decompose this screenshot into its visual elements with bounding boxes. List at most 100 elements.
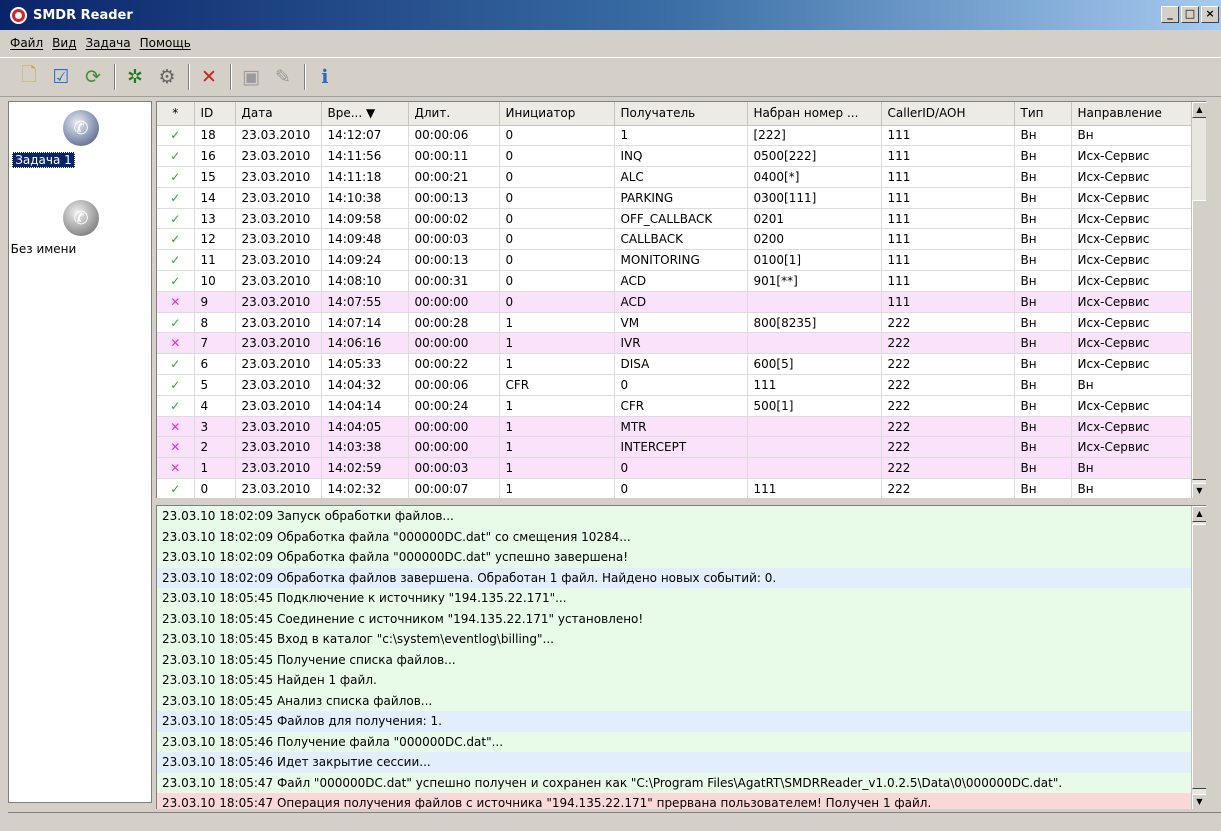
task-item-1[interactable]: ✆ Задача 1 <box>9 110 153 168</box>
edit-task-icon[interactable]: ☑ <box>46 62 76 92</box>
table-row[interactable]: ✕ 1 23.03.2010 14:02:59 00:00:03 1 0 222 Вн Вн <box>157 457 1206 480</box>
cell-dialed: 111 <box>747 374 882 396</box>
cell-date: 23.03.2010 <box>235 457 322 480</box>
pen-icon[interactable]: ✎ <box>268 62 298 92</box>
cell-id: 7 <box>194 332 236 355</box>
cell-initiator: 1 <box>499 416 615 438</box>
status-bar <box>8 812 1221 831</box>
cell-time: 14:04:32 <box>321 374 409 396</box>
table-row[interactable]: ✕ 9 23.03.2010 14:07:55 00:00:00 0 ACD 111 Вн Исх… <box>157 291 1206 313</box>
cell-id: 3 <box>194 416 236 438</box>
table-row[interactable]: ✓ 6 23.03.2010 14:05:33 00:00:22 1 DISA 600[5] 2… <box>157 353 1206 376</box>
column-header-time[interactable]: Вре... ▼ <box>321 102 409 126</box>
table-row[interactable]: ✓ 13 23.03.2010 14:09:58 00:00:02 0 OFF_CALLBA… <box>157 208 1206 230</box>
cell-dialed: 0201 <box>747 208 882 230</box>
cell-direction: Исх-Сервис <box>1071 312 1206 334</box>
cell-id: 9 <box>194 291 236 313</box>
cell-dur: 00:00:31 <box>408 270 500 292</box>
table-row[interactable]: ✓ 18 23.03.2010 14:12:07 00:00:06 0 1 [222] 111 В… <box>157 125 1206 147</box>
table-row[interactable]: ✓ 0 23.03.2010 14:02:32 00:00:07 1 0 111 222 Вн Вн <box>157 478 1206 498</box>
cell-time: 14:10:38 <box>321 187 409 209</box>
cell-id: 12 <box>194 228 236 251</box>
table-scrollbar[interactable]: ▲ ▼ <box>1191 102 1206 498</box>
cell-dialed: 0500[222] <box>747 145 882 168</box>
success-check-icon: ✓ <box>157 374 195 396</box>
cell-direction: Вн <box>1071 374 1206 396</box>
cell-dur: 00:00:22 <box>408 353 500 376</box>
refresh-icon[interactable]: ⟳ <box>78 62 108 92</box>
column-header-duration[interactable]: Длит. <box>408 102 500 126</box>
cell-time: 14:07:14 <box>321 312 409 334</box>
cell-callerid: 222 <box>881 457 1015 480</box>
column-header-recipient[interactable]: Получатель <box>614 102 748 126</box>
log-scrollbar[interactable]: ▲ ▼ <box>1191 506 1206 809</box>
table-row[interactable]: ✕ 3 23.03.2010 14:04:05 00:00:00 1 MTR 222 Вн Исх… <box>157 416 1206 438</box>
column-header-type[interactable]: Тип <box>1014 102 1072 126</box>
column-header-status[interactable]: * <box>157 102 195 126</box>
table-row[interactable]: ✓ 5 23.03.2010 14:04:32 00:00:06 CFR 0 111 222 Вн… <box>157 374 1206 396</box>
table-row[interactable]: ✓ 11 23.03.2010 14:09:24 00:00:13 0 MONITORING… <box>157 249 1206 272</box>
table-row[interactable]: ✓ 10 23.03.2010 14:08:10 00:00:31 0 ACD 901[**]… <box>157 270 1206 292</box>
table-row[interactable]: ✓ 16 23.03.2010 14:11:56 00:00:11 0 INQ 0500[22… <box>157 145 1206 168</box>
scroll-thumb[interactable] <box>1192 524 1206 789</box>
table-row[interactable]: ✕ 7 23.03.2010 14:06:16 00:00:00 1 IVR 222 Вн Исх… <box>157 332 1206 355</box>
maximize-button[interactable]: □ <box>1181 6 1199 23</box>
table-row[interactable]: ✓ 4 23.03.2010 14:04:14 00:00:24 1 CFR 500[1] 22… <box>157 395 1206 417</box>
column-header-direction[interactable]: Направление <box>1071 102 1206 126</box>
cell-type: Вн <box>1014 291 1072 313</box>
cell-time: 14:07:55 <box>321 291 409 313</box>
scroll-up-arrow-icon[interactable]: ▲ <box>1192 102 1206 118</box>
column-header-date[interactable]: Дата <box>235 102 322 126</box>
scroll-up-arrow-icon[interactable]: ▲ <box>1192 506 1206 522</box>
column-header-dialed[interactable]: Набран номер ... <box>747 102 882 126</box>
new-task-icon[interactable]: 🗋 <box>14 62 44 92</box>
success-check-icon: ✓ <box>157 187 195 209</box>
table-row[interactable]: ✓ 8 23.03.2010 14:07:14 00:00:28 1 VM 800[8235]… <box>157 312 1206 334</box>
table-row[interactable]: ✕ 2 23.03.2010 14:03:38 00:00:00 1 INTERCEPT 22… <box>157 436 1206 459</box>
log-line: 23.03.10 18:05:45 Подключение к источник… <box>157 588 1206 609</box>
cell-id: 1 <box>194 457 236 480</box>
log-line: 23.03.10 18:02:09 Обработка файла "00000… <box>157 547 1206 568</box>
log-line: 23.03.10 18:02:09 Обработка файла "00000… <box>157 526 1206 547</box>
delete-icon[interactable]: ✕ <box>194 62 224 92</box>
success-check-icon: ✓ <box>157 312 195 334</box>
scroll-down-arrow-icon[interactable]: ▼ <box>1192 483 1206 498</box>
log-line: 23.03.10 18:05:45 Анализ списка файлов..… <box>157 690 1206 711</box>
cell-direction: Вн <box>1071 457 1206 480</box>
menu-help[interactable]: Помощь <box>140 36 191 50</box>
table-row[interactable]: ✓ 12 23.03.2010 14:09:48 00:00:03 0 CALLBACK 02… <box>157 228 1206 251</box>
column-header-callerid[interactable]: CallerID/AOH <box>881 102 1015 126</box>
info-icon[interactable]: ℹ <box>310 62 340 92</box>
cell-dur: 00:00:28 <box>408 312 500 334</box>
filter-icon[interactable]: ⚙ <box>152 62 182 92</box>
table-row[interactable]: ✓ 14 23.03.2010 14:10:38 00:00:13 0 PARKING 030… <box>157 187 1206 209</box>
cell-callerid: 111 <box>881 145 1015 168</box>
close-button[interactable]: × <box>1201 6 1219 23</box>
traffic-light-icon[interactable]: ✲ <box>120 62 150 92</box>
success-check-icon: ✓ <box>157 208 195 230</box>
cell-type: Вн <box>1014 312 1072 334</box>
cell-type: Вн <box>1014 353 1072 376</box>
cell-dialed: 111 <box>747 478 882 498</box>
cell-initiator: 0 <box>499 270 615 292</box>
menu-task[interactable]: Задача <box>85 36 130 50</box>
menu-view[interactable]: Вид <box>52 36 76 50</box>
cell-direction: Исх-Сервис <box>1071 416 1206 438</box>
cell-dur: 00:00:00 <box>408 332 500 355</box>
menu-file[interactable]: Файл <box>10 36 43 50</box>
minimize-button[interactable]: _ <box>1161 6 1179 23</box>
table-row[interactable]: ✓ 15 23.03.2010 14:11:18 00:00:21 0 ALC 0400[*]… <box>157 166 1206 188</box>
cell-initiator: 0 <box>499 208 615 230</box>
failed-cross-icon: ✕ <box>157 416 195 438</box>
task-item-2[interactable]: ✆ Без имени <box>9 200 153 256</box>
cell-type: Вн <box>1014 416 1072 438</box>
cell-initiator: 0 <box>499 249 615 272</box>
column-header-id[interactable]: ID <box>194 102 236 126</box>
column-header-initiator[interactable]: Инициатор <box>499 102 615 126</box>
cell-date: 23.03.2010 <box>235 270 322 292</box>
cell-recipient: MTR <box>614 416 748 438</box>
scroll-thumb[interactable] <box>1192 200 1206 480</box>
cell-callerid: 111 <box>881 249 1015 272</box>
save-icon[interactable]: ▣ <box>236 62 266 92</box>
scroll-down-arrow-icon[interactable]: ▼ <box>1192 794 1206 809</box>
